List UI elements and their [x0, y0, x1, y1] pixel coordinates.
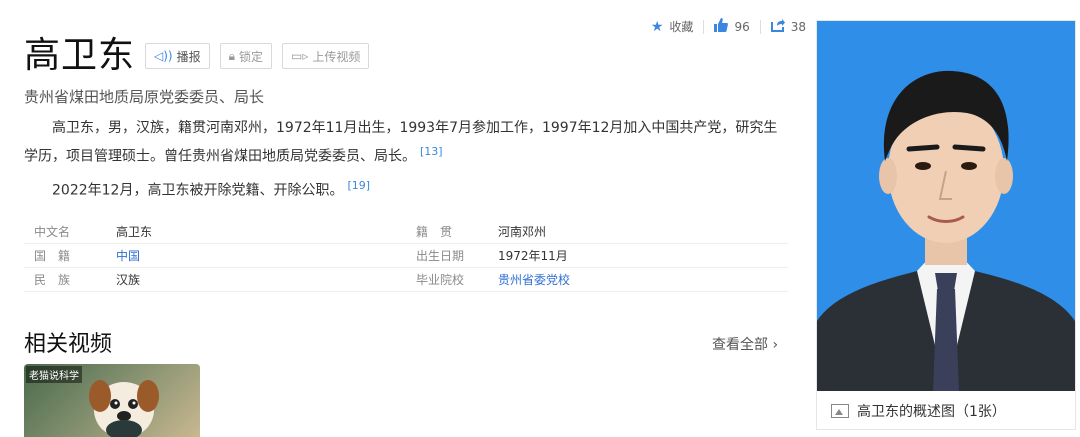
broadcast-label: 播报: [176, 49, 201, 64]
view-all-label: 查看全部: [712, 337, 768, 353]
photo-caption[interactable]: 高卫东的概述图（1张）: [831, 401, 1006, 421]
favorite-button[interactable]: 收藏: [669, 18, 693, 35]
subtitle: 贵州省煤田地质局原党委委员、局长: [24, 88, 265, 106]
info-value: 1972年11月: [498, 249, 568, 263]
thumbs-up-icon[interactable]: [714, 18, 729, 35]
share-icon[interactable]: [770, 18, 785, 35]
info-value: 高卫东: [116, 225, 153, 239]
view-all-link[interactable]: 查看全部 ›: [712, 334, 778, 354]
summary-photo-card[interactable]: 高卫东的概述图（1张）: [816, 20, 1076, 430]
star-icon: ★: [650, 18, 664, 35]
upload-video-button[interactable]: ▭▹ 上传视频: [282, 43, 370, 69]
broadcast-button[interactable]: ◁)) 播报: [145, 43, 210, 69]
info-label: 出生日期: [416, 249, 465, 263]
video-camera-icon: ▭▹: [291, 49, 309, 63]
table-row: 民 族 汉族 毕业院校 贵州省委党校: [24, 268, 788, 292]
divider: [759, 19, 761, 34]
table-row: 国 籍 中国 出生日期 1972年11月: [24, 244, 788, 268]
reference-link[interactable]: [19]: [347, 179, 370, 192]
share-count[interactable]: 38: [791, 20, 806, 34]
divider: [703, 19, 705, 34]
reference-link[interactable]: [13]: [420, 145, 443, 158]
info-label: 毕业院校: [416, 273, 465, 287]
info-value: 汉族: [116, 273, 141, 287]
paragraph-text: 高卫东，男，汉族，籍贯河南邓州，1972年11月出生，1993年7月参加工作，1…: [24, 120, 778, 165]
upload-video-label: 上传视频: [312, 49, 361, 64]
main-content: ★ 收藏 96 38 高卫东 ◁)) 播报 🔒︎ 锁定 ▭▹ 上传视频 贵州省煤…: [0, 0, 806, 437]
video-thumbnail[interactable]: 老猫说科学: [24, 364, 200, 437]
info-label: 中文名: [34, 225, 71, 239]
info-table: 中文名 高卫东 籍 贯 河南邓州 国 籍 中国 出生日期 1972年11月 民 …: [24, 220, 788, 292]
paragraph-text: 2022年12月，高卫东被开除党籍、开除公职。: [52, 182, 344, 199]
page-title: 高卫东: [24, 35, 136, 76]
cartoon-dog-icon: [89, 380, 159, 437]
school-link[interactable]: 贵州省委党校: [498, 271, 570, 288]
nationality-link[interactable]: 中国: [116, 247, 406, 264]
image-gallery-icon: [831, 404, 849, 418]
related-videos-title: 相关视频: [24, 332, 113, 357]
info-label: 民 族: [34, 273, 71, 287]
like-count[interactable]: 96: [734, 20, 749, 34]
title-row: 高卫东 ◁)) 播报 🔒︎ 锁定 ▭▹ 上传视频: [24, 35, 370, 76]
lock-icon: 🔒︎: [228, 48, 236, 63]
lock-label: 锁定: [239, 49, 264, 64]
info-value: 河南邓州: [498, 225, 547, 239]
photo-caption-text: 高卫东的概述图（1张）: [857, 404, 1006, 420]
action-bar: ★ 收藏 96 38: [651, 18, 806, 35]
portrait-photo[interactable]: [817, 21, 1075, 391]
summary-paragraph: 高卫东，男，汉族，籍贯河南邓州，1972年11月出生，1993年7月参加工作，1…: [24, 116, 790, 169]
summary-paragraph: 2022年12月，高卫东被开除党籍、开除公职。 [19]: [24, 174, 790, 203]
info-label: 国 籍: [34, 249, 71, 263]
chevron-right-icon: ›: [772, 337, 779, 353]
portrait-illustration: [817, 21, 1075, 391]
table-row: 中文名 高卫东 籍 贯 河南邓州: [24, 220, 788, 244]
lock-button[interactable]: 🔒︎ 锁定: [219, 43, 273, 69]
speaker-icon: ◁)): [154, 49, 173, 63]
video-channel-tag: 老猫说科学: [26, 366, 82, 383]
info-label: 籍 贯: [416, 225, 453, 239]
